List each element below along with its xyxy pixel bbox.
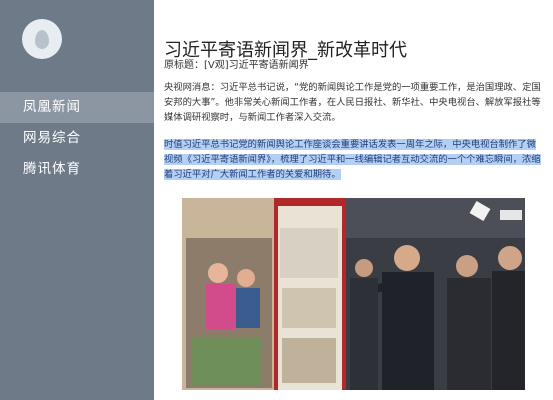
nav-item-fenghuang[interactable]: 凤凰新闻 bbox=[0, 92, 154, 123]
source-nav: 凤凰新闻 网易综合 腾讯体育 bbox=[0, 92, 154, 185]
nav-item-wangyi[interactable]: 网易综合 bbox=[0, 123, 154, 154]
original-title: 原标题：[V观]习近平寄语新闻界 bbox=[164, 60, 309, 71]
article-paragraph: 央视网消息：习近平总书记说，“党的新闻舆论工作是党的一项重要工作，是治国理政、定… bbox=[164, 82, 541, 123]
egg-icon bbox=[35, 29, 49, 49]
app-logo bbox=[22, 19, 62, 59]
nav-item-tengxun[interactable]: 腾讯体育 bbox=[0, 154, 154, 185]
app-window: 凤凰新闻 网易综合 腾讯体育 习近平寄语新闻界_新改革时代 原标题：[V观]习近… bbox=[0, 0, 553, 400]
nav-item-label: 腾讯体育 bbox=[23, 161, 81, 177]
article-paragraph-highlighted[interactable]: 时值习近平总书记党的新闻舆论工作座谈会重要讲话发表一周年之际，中央电视台制作了微… bbox=[164, 137, 542, 182]
nav-item-label: 凤凰新闻 bbox=[23, 99, 81, 115]
news-photo bbox=[182, 198, 525, 390]
nav-item-label: 网易综合 bbox=[23, 130, 81, 146]
article-pane: 习近平寄语新闻界_新改革时代 原标题：[V观]习近平寄语新闻界 央视网消息：习近… bbox=[154, 0, 553, 400]
sidebar: 凤凰新闻 网易综合 腾讯体育 bbox=[0, 0, 154, 400]
text-selection: 时值习近平总书记党的新闻舆论工作座谈会重要讲话发表一周年之际，中央电视台制作了微… bbox=[164, 139, 541, 180]
